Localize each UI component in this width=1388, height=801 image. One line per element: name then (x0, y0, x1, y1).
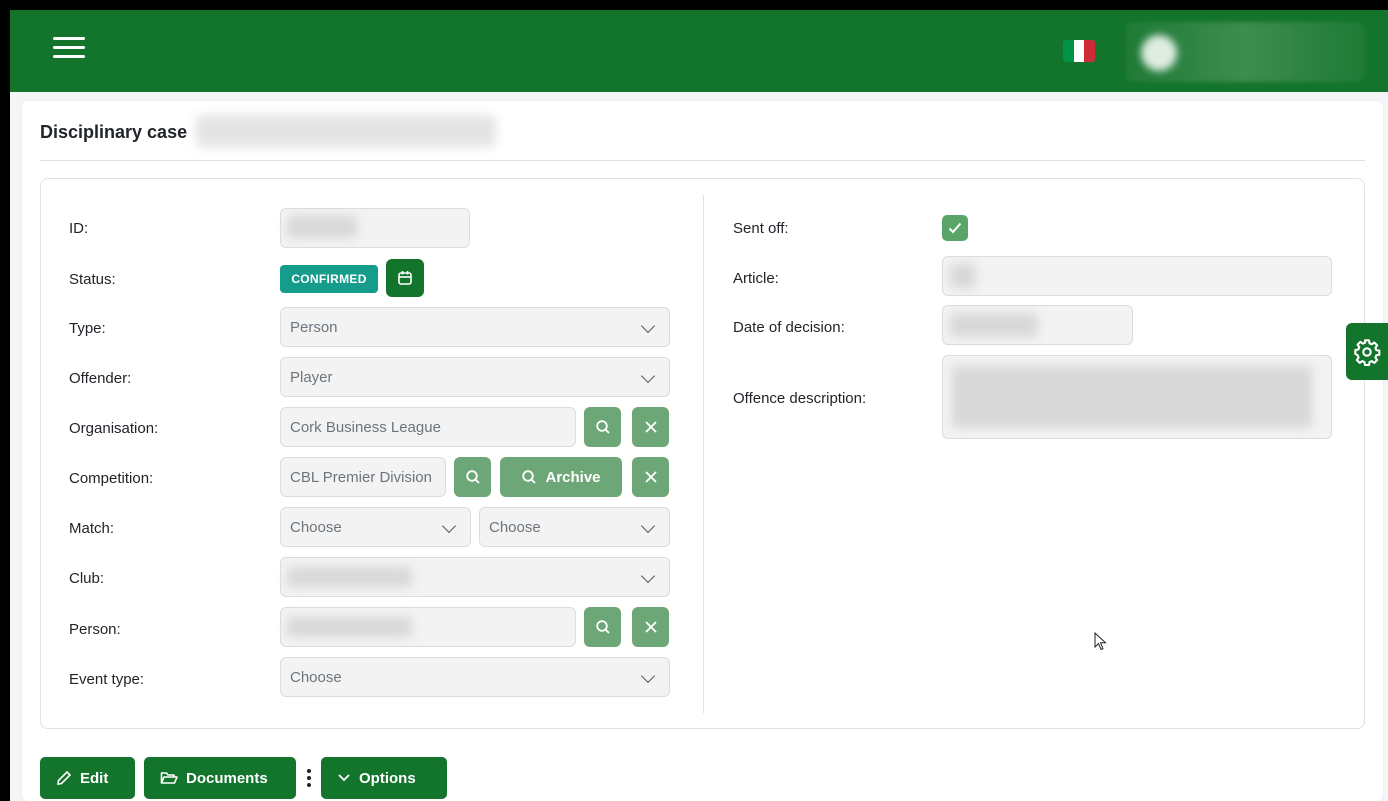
settings-tab[interactable] (1346, 323, 1388, 380)
hamburger-icon[interactable] (53, 37, 89, 67)
match-away-value: Choose (489, 518, 541, 536)
window-top-edge (0, 0, 1388, 10)
close-icon (644, 621, 657, 633)
offence-description-label: Offence description: (733, 390, 867, 407)
archive-search-button[interactable]: Archive (500, 457, 622, 497)
event-type-label: Event type: (69, 671, 145, 688)
match-label: Match: (69, 520, 115, 537)
event-type-select[interactable]: Choose (280, 657, 670, 697)
person-search-button[interactable] (584, 607, 621, 647)
more-vertical-icon[interactable] (305, 763, 313, 793)
edit-label: Edit (80, 769, 109, 787)
type-value: Person (290, 318, 338, 336)
offender-value: Player (290, 368, 333, 386)
search-icon (595, 620, 610, 634)
column-divider (703, 195, 704, 713)
organisation-label: Organisation: (69, 420, 159, 437)
status-label: Status: (69, 271, 116, 288)
event-type-value: Choose (290, 668, 342, 686)
status-badge: CONFIRMED (280, 265, 378, 293)
competition-clear-button[interactable] (632, 457, 669, 497)
competition-label: Competition: (69, 470, 154, 487)
article-value-redacted (950, 264, 976, 288)
organisation-value: Cork Business League (290, 418, 441, 436)
offender-select[interactable]: Player (280, 357, 670, 397)
archive-label: Archive (545, 468, 601, 486)
calendar-icon (398, 271, 412, 285)
search-icon (522, 470, 537, 484)
id-value-redacted (287, 216, 357, 238)
club-value-redacted (287, 567, 412, 587)
mouse-cursor-icon (1094, 632, 1107, 651)
organisation-clear-button[interactable] (632, 407, 669, 447)
date-value-redacted (950, 313, 1038, 337)
pencil-icon (57, 770, 72, 785)
options-button[interactable]: Options (321, 757, 447, 799)
match-home-value: Choose (290, 518, 342, 536)
offender-label: Offender: (69, 370, 132, 387)
match-away-select[interactable]: Choose (479, 507, 670, 547)
language-flag-icon[interactable] (1063, 40, 1095, 62)
avatar[interactable] (1141, 35, 1177, 71)
sent-off-label: Sent off: (733, 220, 789, 237)
window-left-edge (0, 0, 10, 801)
date-of-decision-label: Date of decision: (733, 319, 845, 336)
documents-label: Documents (186, 769, 268, 787)
person-clear-button[interactable] (632, 607, 669, 647)
case-number-redacted (196, 115, 496, 147)
organisation-search-button[interactable] (584, 407, 621, 447)
page-title: Disciplinary case (40, 122, 188, 142)
sent-off-checkbox[interactable] (942, 215, 968, 241)
close-icon (644, 421, 657, 433)
article-label: Article: (733, 270, 779, 287)
gear-icon (1354, 338, 1381, 366)
search-icon (595, 420, 610, 434)
type-label: Type: (69, 320, 106, 337)
match-home-select[interactable]: Choose (280, 507, 471, 547)
competition-search-button[interactable] (454, 457, 491, 497)
competition-field[interactable]: CBL Premier Division (280, 457, 446, 497)
article-field[interactable] (942, 256, 1332, 296)
close-icon (644, 471, 657, 483)
type-select[interactable]: Person (280, 307, 670, 347)
folder-open-icon (160, 772, 178, 784)
organisation-field[interactable]: Cork Business League (280, 407, 576, 447)
documents-button[interactable]: Documents (144, 757, 296, 799)
id-label: ID: (69, 220, 89, 237)
search-icon (465, 470, 480, 484)
club-label: Club: (69, 570, 105, 587)
person-label: Person: (69, 621, 121, 638)
edit-button[interactable]: Edit (40, 757, 135, 799)
chevron-down-icon (338, 774, 350, 782)
offence-description-redacted (952, 366, 1312, 428)
person-value-redacted (287, 617, 412, 637)
options-label: Options (359, 769, 416, 787)
title-divider (40, 160, 1365, 161)
competition-value: CBL Premier Division (290, 468, 432, 486)
status-date-button[interactable] (386, 259, 424, 297)
check-icon (948, 222, 962, 234)
